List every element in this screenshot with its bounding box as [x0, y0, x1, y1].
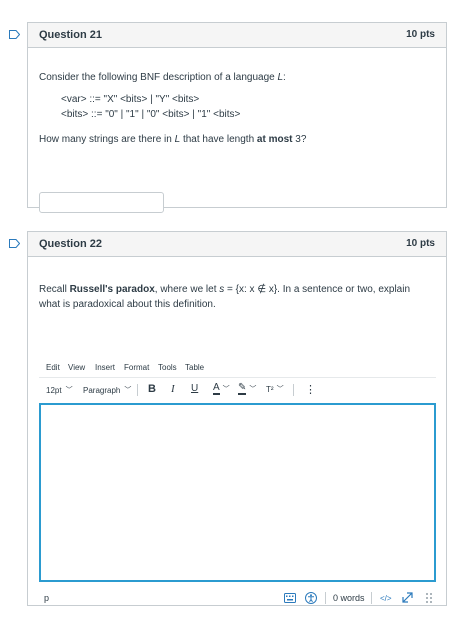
bold-button[interactable]: B: [148, 383, 156, 395]
underline-button[interactable]: U: [191, 383, 198, 394]
highlight-color-button[interactable]: ✎ ﹀: [238, 383, 256, 395]
menu-view[interactable]: View: [68, 363, 85, 372]
question-21-intro: Consider the following BNF description o…: [39, 72, 286, 83]
prompt-emphasis: at most: [256, 134, 293, 145]
russell-paradox-term: Russell's paradox: [69, 284, 155, 295]
question-22-card: Question 22 10 pts Recall Russell's para…: [27, 231, 447, 606]
question-21-prompt: How many strings are there in L that hav…: [39, 134, 306, 145]
toolbar-divider: [39, 377, 436, 378]
highlighter-icon: ✎: [238, 382, 247, 395]
bnf-rule-bits: <bits> ::= "0" | "1" | "0" <bits> | "1" …: [61, 109, 241, 120]
text-color-button[interactable]: A ﹀: [213, 383, 230, 395]
superscript-icon: T²: [266, 384, 274, 394]
word-count: 0 words: [333, 593, 365, 603]
question-22-title: Question 22: [39, 238, 102, 250]
answer-editor-area[interactable]: [39, 403, 436, 582]
superscript-button[interactable]: T² ﹀: [266, 384, 284, 394]
more-options-button[interactable]: ⋮: [305, 383, 316, 396]
question-22-points: 10 pts: [406, 238, 435, 249]
menu-insert[interactable]: Insert: [95, 363, 115, 372]
answer-input[interactable]: [39, 192, 164, 213]
text-color-icon: A: [213, 382, 220, 395]
bookmark-flag-icon[interactable]: [9, 239, 20, 248]
menu-table[interactable]: Table: [185, 363, 204, 372]
intro-text: Consider the following BNF description o…: [39, 72, 278, 83]
resize-handle-icon[interactable]: [425, 592, 433, 604]
question-21-card: Question 21 10 pts Consider the followin…: [27, 22, 447, 213]
bnf-rule-var: <var> ::= "X" <bits> | "Y" <bits>: [61, 94, 200, 105]
prompt-text: How many strings are there in: [39, 134, 175, 145]
html-editor-toggle[interactable]: </>: [380, 594, 392, 603]
let-text: , where we let: [154, 284, 220, 295]
chevron-down-icon: ﹀: [65, 387, 73, 394]
status-separator: [325, 592, 326, 604]
intro-colon: :: [283, 72, 286, 83]
question-22-header: Question 22 10 pts: [28, 232, 446, 257]
keyboard-icon[interactable]: [284, 593, 296, 603]
question-22-text-line2: what is paradoxical about this definitio…: [39, 299, 216, 310]
toolbar-separator: [137, 384, 138, 396]
toolbar-separator: [293, 384, 294, 396]
bookmark-flag-icon[interactable]: [9, 30, 20, 39]
menu-edit[interactable]: Edit: [46, 363, 60, 372]
explain-text: . In a sentence or two, explain: [277, 284, 411, 295]
chevron-down-icon: ﹀: [249, 386, 257, 393]
menu-tools[interactable]: Tools: [158, 363, 177, 372]
block-format-select[interactable]: Paragraph ﹀: [83, 385, 131, 395]
font-size-select[interactable]: 12pt ﹀: [46, 385, 73, 395]
block-format-value: Paragraph: [83, 385, 121, 395]
question-21-points: 10 pts: [406, 29, 435, 40]
prompt-end: 3?: [292, 134, 307, 145]
element-path: p: [44, 593, 50, 603]
recall-text: Recall: [39, 284, 70, 295]
chevron-down-icon: ﹀: [124, 387, 132, 394]
font-size-value: 12pt: [46, 385, 62, 395]
question-22-text-line1: Recall Russell's paradox, where we let s…: [39, 284, 410, 295]
question-21-header: Question 21 10 pts: [28, 23, 446, 48]
prompt-mid: that have length: [180, 134, 257, 145]
menu-format[interactable]: Format: [124, 363, 149, 372]
question-21-title: Question 21: [39, 29, 102, 41]
accessibility-icon[interactable]: [305, 592, 317, 604]
set-definition: = {x: x ∉ x}: [224, 284, 278, 295]
status-separator: [371, 592, 372, 604]
fullscreen-icon[interactable]: [401, 591, 414, 604]
chevron-down-icon: ﹀: [222, 386, 230, 393]
chevron-down-icon: ﹀: [276, 386, 284, 393]
italic-button[interactable]: I: [171, 383, 175, 395]
